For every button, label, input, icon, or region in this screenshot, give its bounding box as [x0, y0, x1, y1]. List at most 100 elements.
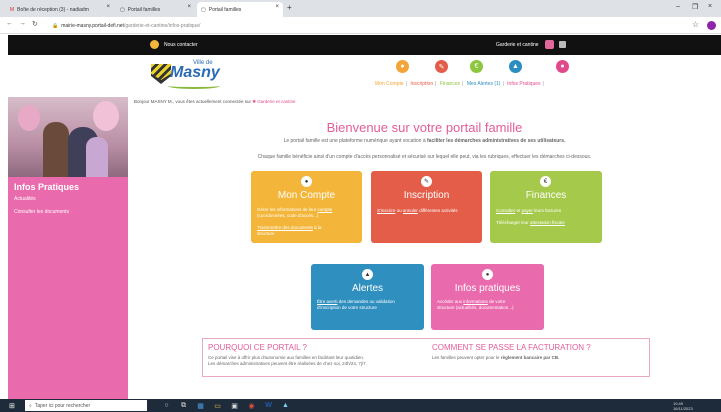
tab-gmail[interactable]: M Boîte de réception (3) - nadiadm × [6, 2, 114, 17]
bookmark-star-icon[interactable]: ☆ [692, 20, 699, 29]
windows-start-icon[interactable]: ⊞ [9, 402, 15, 410]
logo-name: Masny [170, 64, 220, 81]
nav-mon-compte[interactable]: Mon Compte [375, 81, 404, 87]
close-icon[interactable]: × [187, 4, 191, 10]
nav-infos-pratiques[interactable]: Infos Pratiques [507, 81, 540, 87]
intro-bold: faciliter les démarches administratives … [427, 138, 566, 144]
card-text: Gérer les informations de leur compte (c… [257, 207, 357, 237]
main-nav: ● ✎ € ▲ ● Mon Compte | Inscription | Finan… [375, 60, 615, 92]
sidebar-title: Infos Pratiques [14, 182, 80, 192]
photos-icon[interactable]: ▲ [281, 401, 290, 410]
info-box: POURQUOI CE PORTAIL ? Ce portail vise à … [202, 338, 650, 377]
card-alertes[interactable]: ▲ Alertes Être averti des demandes ou va… [311, 264, 424, 330]
card-text: Accéder aux informations de votre struct… [437, 299, 541, 311]
balloon-shape [18, 105, 40, 131]
card-infos-pratiques[interactable]: ● Infos pratiques Accéder aux informatio… [431, 264, 544, 330]
service-selector[interactable]: Garderie et cantine [496, 40, 566, 49]
card-title: Alertes [351, 283, 384, 294]
system-tray[interactable]: 10:49 16/11/2023 [673, 401, 693, 411]
service-label: Garderie et cantine [496, 41, 539, 48]
info-text-part: Les démarches administratives peuvent êt… [208, 361, 367, 366]
cortana-icon[interactable]: ○ [162, 401, 171, 410]
forward-icon[interactable]: → [19, 20, 26, 27]
tab-label: Portail familles [127, 6, 161, 13]
word-icon[interactable]: W [264, 401, 273, 410]
nav-finances[interactable]: Finances [440, 81, 460, 87]
balloon-shape [93, 101, 119, 131]
calendar-app-icon[interactable]: ▦ [196, 401, 205, 410]
etre-averti-link[interactable]: Être averti [317, 299, 338, 304]
payer-link[interactable]: payer [522, 208, 533, 213]
intro-text: Le portail famille est une plateforme nu… [283, 138, 426, 144]
card-text-part: (coordonnées, code d'accès...) [257, 213, 319, 218]
cart-icon[interactable] [544, 40, 554, 49]
compte-link[interactable]: compte [318, 207, 333, 212]
chrome-icon[interactable]: ◉ [247, 401, 256, 410]
file-explorer-icon[interactable]: ▭ [213, 401, 222, 410]
transmettre-link[interactable]: Transmettre des documents [257, 225, 313, 230]
card-text-part: des demandes ou validation [338, 299, 395, 304]
tab-portail-1[interactable]: ▢ Portail familles × [116, 2, 195, 17]
info-left-text: Ce portail vise à offrir plus d'autonomi… [208, 355, 423, 367]
card-text-part: différentes activités [419, 208, 458, 213]
close-icon[interactable]: × [275, 4, 279, 10]
euro-icon[interactable]: € [470, 60, 483, 73]
annuler-link[interactable]: annuler [403, 208, 418, 213]
user-icon[interactable]: ● [396, 60, 409, 73]
window-close-button[interactable]: × [708, 3, 712, 10]
card-mon-compte[interactable]: ● Mon Compte Gérer les informations de l… [251, 171, 362, 243]
sidebar: Infos Pratiques Actualités Consulter les… [8, 97, 128, 399]
site-header: Ville de Masny ● ✎ € ▲ ● Mon Compte | Ins… [8, 55, 721, 97]
card-text-part: leurs factures [534, 208, 562, 213]
minimize-button[interactable]: – [676, 3, 680, 10]
card-text-part: de votre [489, 299, 506, 304]
speech-icon[interactable]: ● [556, 60, 569, 73]
nav-mes-alertes[interactable]: Mes Alertes (1) [467, 81, 501, 87]
url-field[interactable]: 🔒 mairie-masny.portail-defi.net/garderie… [52, 20, 682, 31]
page-title: Bienvenue sur votre portail famille [326, 120, 523, 135]
new-tab-button[interactable]: + [287, 3, 292, 12]
contact-link[interactable]: Nous contacter [150, 40, 198, 49]
card-text: Être averti des demandes ou validation d… [317, 299, 419, 311]
reload-icon[interactable]: ↻ [32, 20, 38, 28]
tab-label: Portail familles [208, 6, 242, 13]
sidebar-item-documents[interactable]: Consulter les documents [14, 209, 69, 215]
logout-icon[interactable] [558, 41, 566, 48]
maximize-button[interactable]: ❐ [692, 3, 698, 11]
pencil-icon[interactable]: ✎ [435, 60, 448, 73]
card-finances[interactable]: € Finances Consulter et payer leurs fact… [490, 171, 602, 243]
taskbar-search-placeholder: Taper ici pour rechercher [34, 402, 91, 409]
taskbar-search[interactable]: ⌕ Taper ici pour rechercher [25, 400, 147, 411]
card-text: Consulter et payer leurs factures Téléch… [496, 208, 596, 226]
card-text-part: Gérer les informations de leur [257, 207, 317, 212]
inscrire-link[interactable]: S'inscrire [377, 208, 395, 213]
gmail-icon: M [10, 6, 15, 13]
informations-link[interactable]: informations [463, 299, 488, 304]
tab-label: Boîte de réception (3) - nadiadm [17, 6, 89, 13]
profile-avatar[interactable] [707, 21, 716, 30]
tab-portail-active[interactable]: ▢ Portail familles × [197, 2, 283, 17]
card-inscription[interactable]: ✎ Inscription S'inscrire ou annuler diff… [371, 171, 482, 243]
nav-inscription[interactable]: Inscription [410, 81, 433, 87]
card-title: Finances [525, 190, 567, 201]
clock-date: 16/11/2023 [673, 406, 693, 411]
address-bar-row: ← → ↻ 🔒 mairie-masny.portail-defi.net/ga… [0, 17, 721, 34]
intro-paragraph-2: Chaque famille bénéficie ainsi d'un comp… [257, 154, 592, 160]
back-icon[interactable]: ← [6, 20, 13, 27]
attestation-link[interactable]: attestation fiscale [530, 220, 565, 225]
speech-icon: ● [482, 269, 493, 280]
intro-paragraph-1: Le portail famille est une plateforme nu… [128, 138, 721, 144]
sidebar-item-actualites[interactable]: Actualités [14, 196, 36, 202]
person-shape [43, 122, 69, 177]
page-icon: ▢ [120, 6, 125, 13]
close-icon[interactable]: × [106, 4, 110, 10]
masny-logo[interactable]: Ville de Masny [146, 59, 224, 91]
alert-icon[interactable]: ▲ [509, 60, 522, 73]
store-icon[interactable]: ▣ [230, 401, 239, 410]
greeting: Bonjour MASNY M., vous êtes actuellement… [134, 99, 296, 105]
card-text-part: et [516, 208, 521, 213]
info-right-title: COMMENT SE PASSE LA FACTURATION ? [432, 343, 591, 352]
consulter-link[interactable]: Consulter [496, 208, 515, 213]
nav-links: Mon Compte | Inscription | Finances | Mes A… [375, 81, 544, 87]
task-view-icon[interactable]: ⧉ [179, 401, 188, 410]
